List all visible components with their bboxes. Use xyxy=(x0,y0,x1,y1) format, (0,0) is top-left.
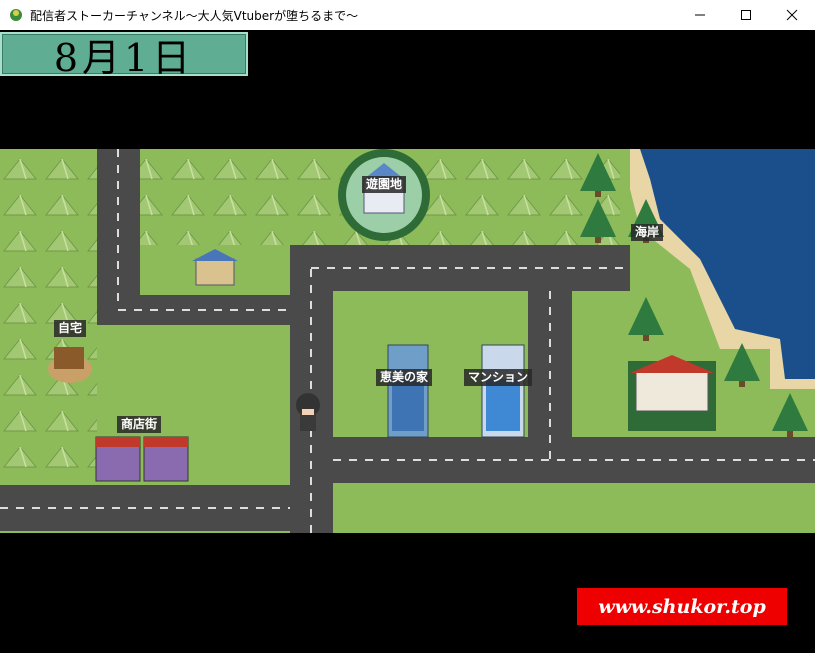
label-amusement-park[interactable]: 遊園地 xyxy=(362,176,407,193)
close-icon xyxy=(786,9,798,21)
app-icon xyxy=(10,9,22,21)
label-home[interactable]: 自宅 xyxy=(54,320,87,337)
mountain-area-west xyxy=(0,149,97,469)
emi-house-sprite[interactable] xyxy=(387,344,429,438)
maximize-button[interactable] xyxy=(723,0,769,30)
label-shopping-street[interactable]: 商店街 xyxy=(117,416,162,433)
game-screen[interactable]: 8月1日 遊園地 海岸 自宅 恵美の家 マンション 商店街 www.shukor… xyxy=(0,30,815,653)
close-button[interactable] xyxy=(769,0,815,30)
mansion-sprite[interactable] xyxy=(481,344,525,438)
maximize-icon xyxy=(741,10,751,20)
villa-sprite xyxy=(628,355,716,431)
label-mansion[interactable]: マンション xyxy=(464,369,533,386)
watermark-banner: www.shukor.top xyxy=(577,588,787,625)
minimize-button[interactable] xyxy=(677,0,723,30)
window-title: 配信者ストーカーチャンネル～大人気Vtuberが堕ちるまで～ xyxy=(30,8,359,23)
amusement-park-sprite[interactable] xyxy=(338,149,430,241)
date-panel: 8月1日 xyxy=(0,32,248,80)
label-coast[interactable]: 海岸 xyxy=(631,224,664,241)
date-text: 8月1日 xyxy=(53,35,195,80)
minimize-icon xyxy=(695,14,705,16)
town-map[interactable]: 遊園地 海岸 自宅 恵美の家 マンション 商店街 xyxy=(0,149,815,533)
map-canvas xyxy=(0,149,815,533)
window-titlebar: 配信者ストーカーチャンネル～大人気Vtuberが堕ちるまで～ xyxy=(0,0,815,30)
label-emi-house[interactable]: 恵美の家 xyxy=(376,369,433,386)
